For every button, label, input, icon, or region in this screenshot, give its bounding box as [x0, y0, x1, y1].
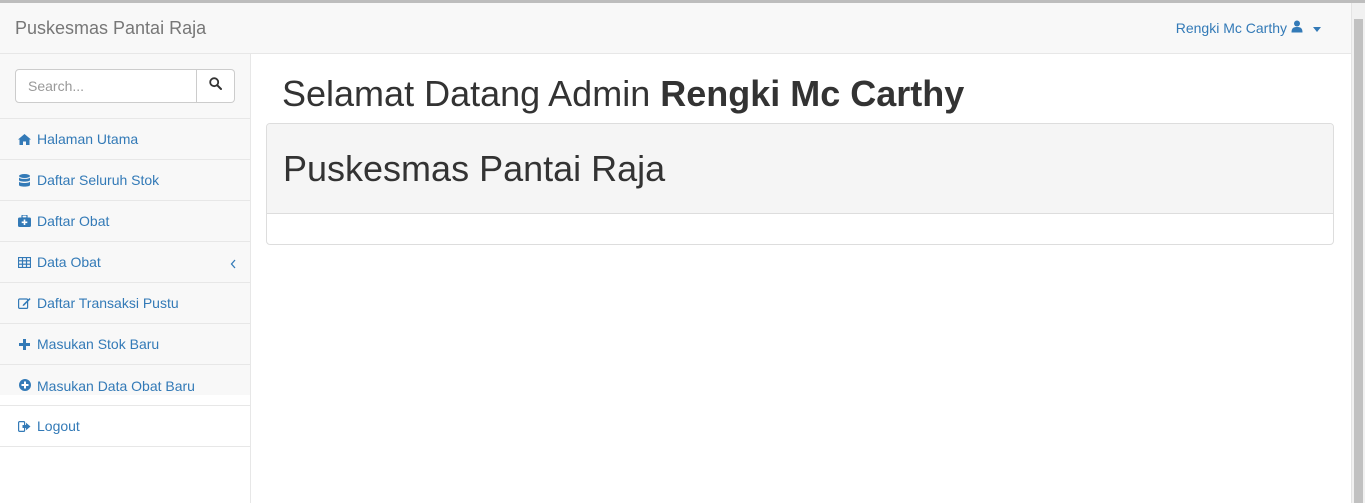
page-title: Selamat Datang Admin Rengki Mc Carthy — [282, 74, 964, 114]
sidebar-item-label: Daftar Obat — [37, 213, 110, 229]
scrollbar-thumb[interactable] — [1354, 19, 1363, 503]
user-name: Rengki Mc Carthy — [1175, 20, 1287, 36]
search-button[interactable] — [197, 69, 235, 103]
search-input[interactable] — [15, 69, 197, 103]
sidebar-item-label: Logout — [37, 418, 80, 434]
vertical-scrollbar[interactable] — [1351, 3, 1365, 503]
user-dropdown-toggle[interactable]: Rengki Mc Carthy — [1176, 19, 1321, 37]
table-icon — [18, 256, 31, 269]
sidebar-item-masukan-stok-baru[interactable]: Masukan Stok Baru — [0, 324, 250, 365]
sidebar-item-halaman-utama[interactable]: Halaman Utama — [0, 119, 250, 160]
user-icon — [1291, 19, 1303, 37]
sidebar: Halaman Utama Daftar Seluruh Stok Daftar… — [0, 54, 251, 503]
sidebar-search — [0, 54, 250, 119]
top-navbar: Puskesmas Pantai Raja Rengki Mc Carthy — [0, 3, 1351, 54]
navbar-brand[interactable]: Puskesmas Pantai Raja — [15, 17, 206, 39]
sidebar-item-label: Daftar Seluruh Stok — [37, 172, 160, 188]
medkit-icon — [18, 215, 31, 228]
sign-out-icon — [18, 420, 31, 433]
sidebar-divider — [0, 395, 250, 406]
search-icon — [209, 77, 222, 95]
edit-icon — [18, 297, 31, 310]
sidebar-item-label: Masukan Data Obat Baru — [37, 378, 195, 394]
welcome-prefix: Selamat Datang Admin — [282, 73, 651, 114]
sidebar-item-masukan-data-obat-baru[interactable]: Masukan Data Obat Baru — [0, 365, 250, 395]
sidebar-item-label: Halaman Utama — [37, 131, 139, 147]
caret-down-icon — [1313, 26, 1321, 32]
sidebar-item-label: Masukan Stok Baru — [37, 336, 160, 352]
sidebar-item-label: Daftar Transaksi Pustu — [37, 295, 179, 311]
welcome-name: Rengki Mc Carthy — [660, 73, 965, 114]
sidebar-item-daftar-transaksi-pustu[interactable]: Daftar Transaksi Pustu — [0, 283, 250, 324]
sidebar-item-data-obat[interactable]: Data Obat — [0, 242, 250, 283]
panel-heading: Puskesmas Pantai Raja — [267, 124, 1333, 214]
sidebar-item-daftar-seluruh-stok[interactable]: Daftar Seluruh Stok — [0, 160, 250, 201]
plus-circle-icon — [18, 378, 31, 391]
sidebar-item-label: Data Obat — [37, 254, 101, 270]
home-icon — [18, 133, 31, 146]
panel-title: Puskesmas Pantai Raja — [283, 147, 666, 189]
info-panel: Puskesmas Pantai Raja — [266, 123, 1334, 245]
chevron-left-icon — [230, 256, 236, 272]
plus-icon — [18, 338, 31, 351]
sidebar-item-daftar-obat[interactable]: Daftar Obat — [0, 201, 250, 242]
database-icon — [18, 173, 31, 187]
sidebar-item-logout[interactable]: Logout — [0, 406, 250, 447]
